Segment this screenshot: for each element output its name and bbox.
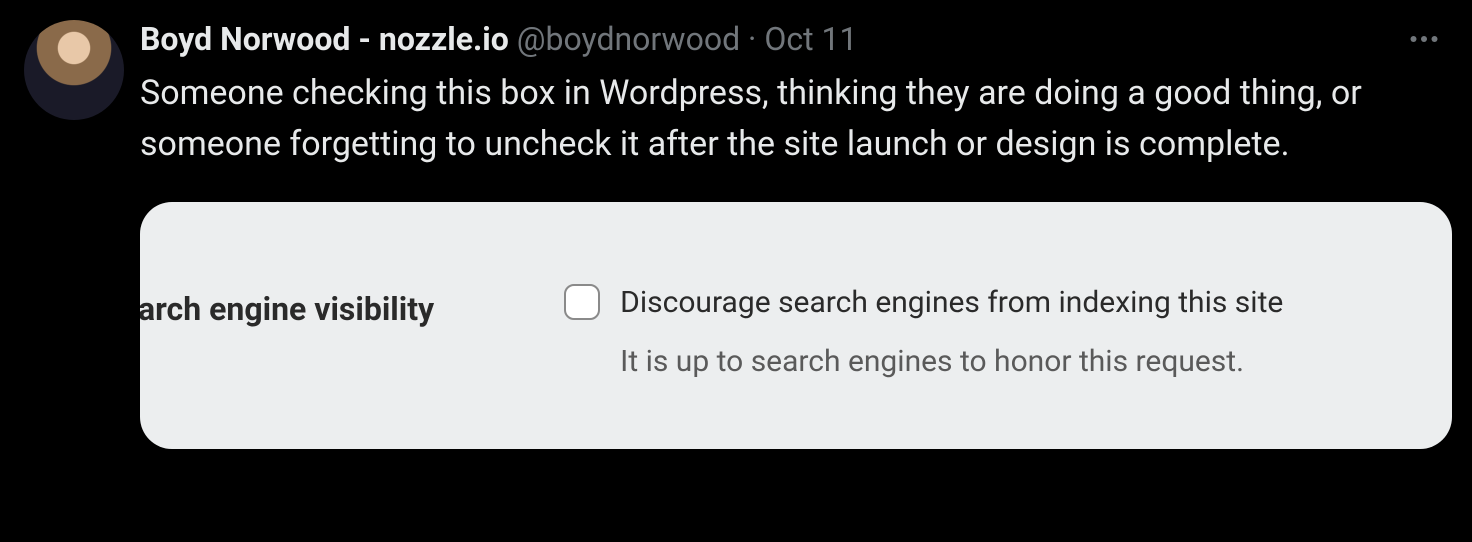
author-handle: @boydnorwood <box>517 20 740 58</box>
tweet-text: Someone checking this box in Wordpress, … <box>140 68 1452 170</box>
separator-dot: · <box>748 20 764 58</box>
visibility-checkbox[interactable] <box>564 284 600 320</box>
more-menu-button[interactable] <box>1406 21 1452 57</box>
avatar[interactable] <box>24 20 124 120</box>
tweet: Boyd Norwood - nozzle.io @boydnorwood · … <box>24 20 1452 449</box>
setting-label: arch engine visibility <box>140 284 434 328</box>
tweet-body: Boyd Norwood - nozzle.io @boydnorwood · … <box>140 20 1452 449</box>
author-display-name[interactable]: Boyd Norwood - nozzle.io <box>140 20 509 58</box>
setting-option: Discourage search engines from indexing … <box>564 284 1283 379</box>
checkbox-label: Discourage search engines from indexing … <box>620 285 1283 320</box>
more-icon <box>1406 21 1442 57</box>
checkbox-row: Discourage search engines from indexing … <box>564 284 1283 320</box>
author-handle-date[interactable]: @boydnorwood · Oct 11 <box>517 20 858 58</box>
hint-text: It is up to search engines to honor this… <box>620 344 1283 379</box>
tweet-header: Boyd Norwood - nozzle.io @boydnorwood · … <box>140 20 1452 58</box>
embedded-screenshot[interactable]: arch engine visibility Discourage search… <box>140 202 1452 449</box>
tweet-date: Oct 11 <box>764 20 857 58</box>
